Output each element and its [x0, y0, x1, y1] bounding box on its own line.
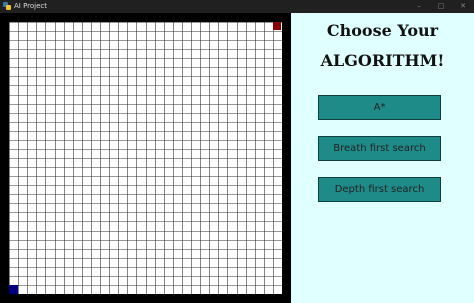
- panel-heading-line1: Choose Your: [326, 21, 439, 40]
- algorithm-panel: Choose Your ALGORITHM! A* Breath first s…: [291, 13, 474, 303]
- pathfinding-grid[interactable]: [9, 22, 282, 294]
- astar-button[interactable]: A*: [318, 95, 441, 120]
- title-bar[interactable]: AI Project – □ ✕: [0, 0, 474, 13]
- start-node-cell[interactable]: [9, 284, 18, 294]
- grid-lines: [9, 22, 282, 294]
- breadth-first-search-button[interactable]: Breath first search: [318, 136, 441, 161]
- app-content: Choose Your ALGORITHM! A* Breath first s…: [0, 13, 474, 303]
- window-title: AI Project: [14, 2, 48, 10]
- grid-border: [0, 13, 291, 303]
- end-node-cell[interactable]: [272, 22, 281, 30]
- panel-heading-line2: ALGORITHM!: [320, 51, 445, 70]
- python-app-icon: [3, 2, 11, 10]
- minimize-button[interactable]: –: [408, 0, 430, 13]
- app-window: AI Project – □ ✕ Choose Your ALGORITHM! …: [0, 0, 474, 303]
- maximize-button[interactable]: □: [430, 0, 452, 13]
- close-button[interactable]: ✕: [452, 0, 474, 13]
- depth-first-search-button[interactable]: Depth first search: [318, 177, 441, 202]
